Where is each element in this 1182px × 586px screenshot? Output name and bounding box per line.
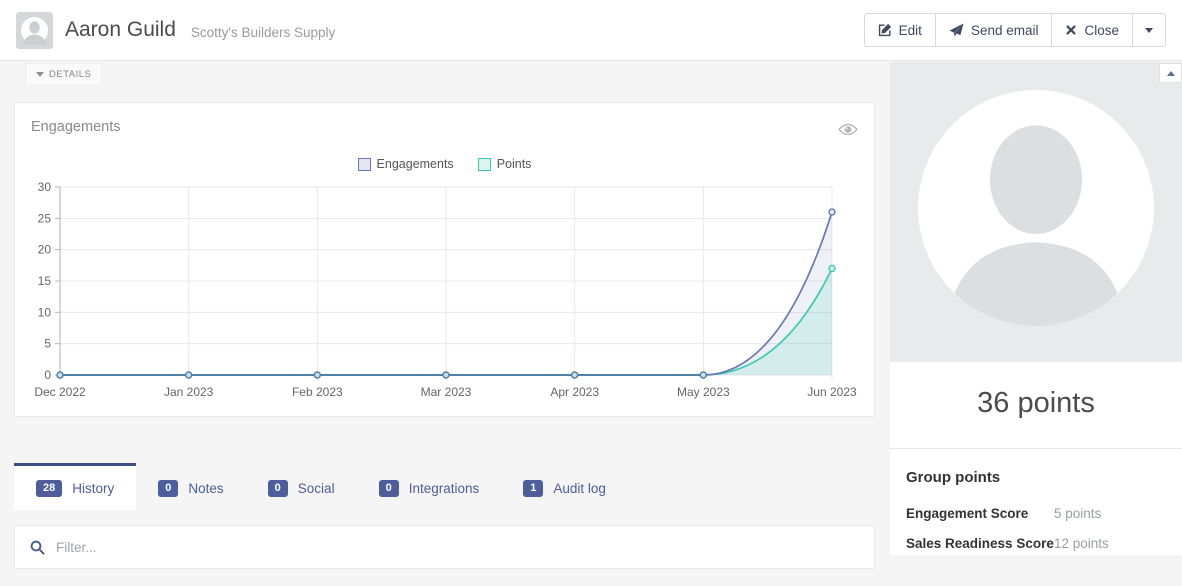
legend-swatch bbox=[358, 158, 371, 171]
contact-header: Aaron Guild Scotty's Builders Supply Edi… bbox=[0, 0, 1182, 61]
tab-label: Integrations bbox=[409, 481, 480, 496]
svg-text:Mar 2023: Mar 2023 bbox=[421, 385, 472, 399]
magnifier-icon bbox=[30, 540, 45, 555]
send-email-button-label: Send email bbox=[971, 23, 1039, 38]
legend-label: Points bbox=[497, 157, 532, 171]
pencil-square-icon bbox=[878, 23, 892, 37]
contact-company: Scotty's Builders Supply bbox=[191, 25, 335, 40]
send-email-button[interactable]: Send email bbox=[935, 13, 1053, 47]
group-points-row: Engagement Score 5 points bbox=[906, 506, 1166, 523]
close-button-label: Close bbox=[1084, 23, 1119, 38]
group-points-label: Engagement Score bbox=[906, 506, 1054, 523]
points-total: 36 points bbox=[890, 362, 1182, 449]
tab-count-badge: 0 bbox=[268, 480, 288, 497]
x-icon bbox=[1065, 24, 1077, 36]
legend-item-engagements[interactable]: Engagements bbox=[358, 157, 454, 171]
tab-audit-log[interactable]: 1 Audit log bbox=[501, 463, 628, 510]
contact-avatar bbox=[16, 12, 53, 49]
tab-label: History bbox=[72, 481, 114, 496]
group-points-label: Sales Readiness Score bbox=[906, 536, 1054, 553]
svg-text:Jun 2023: Jun 2023 bbox=[807, 385, 857, 399]
tab-count-badge: 0 bbox=[158, 480, 178, 497]
caret-down-icon bbox=[1145, 28, 1153, 33]
tab-label: Audit log bbox=[553, 481, 606, 496]
more-actions-button[interactable] bbox=[1132, 13, 1166, 47]
tab-social[interactable]: 0 Social bbox=[246, 463, 357, 510]
engagements-panel-header: Engagements bbox=[15, 103, 874, 149]
close-button[interactable]: Close bbox=[1051, 13, 1133, 47]
scroll-up-button[interactable] bbox=[1159, 63, 1182, 83]
svg-text:Dec 2022: Dec 2022 bbox=[34, 385, 86, 399]
person-placeholder-icon bbox=[16, 12, 53, 49]
edit-button-label: Edit bbox=[899, 23, 922, 38]
tab-notes[interactable]: 0 Notes bbox=[136, 463, 245, 510]
svg-text:Apr 2023: Apr 2023 bbox=[550, 385, 599, 399]
svg-text:20: 20 bbox=[38, 243, 52, 257]
group-points-section: Group points Engagement Score 5 points S… bbox=[890, 449, 1182, 586]
svg-text:15: 15 bbox=[38, 274, 52, 288]
edit-button[interactable]: Edit bbox=[864, 13, 936, 47]
tab-count-badge: 0 bbox=[379, 480, 399, 497]
eye-icon[interactable] bbox=[838, 123, 858, 141]
svg-text:10: 10 bbox=[38, 305, 52, 319]
legend-item-points[interactable]: Points bbox=[478, 157, 532, 171]
chart-legend: Engagements Points bbox=[15, 149, 874, 179]
tab-label: Social bbox=[298, 481, 335, 496]
engagements-line-chart: 0 5 10 15 20 25 30 Dec 2022 Jan 2023 Feb 2023 Mar … bbox=[15, 179, 874, 411]
svg-text:30: 30 bbox=[38, 180, 52, 194]
svg-text:0: 0 bbox=[44, 368, 51, 382]
paper-plane-icon bbox=[949, 23, 964, 37]
history-filter-panel bbox=[14, 525, 875, 569]
group-points-title: Group points bbox=[906, 469, 1166, 486]
details-toggle[interactable]: DETAILS bbox=[25, 63, 102, 84]
filter-input[interactable] bbox=[56, 540, 859, 555]
details-toggle-label: DETAILS bbox=[49, 69, 91, 80]
tab-label: Notes bbox=[188, 481, 223, 496]
contact-sidebar: 36 points Group points Engagement Score … bbox=[890, 62, 1182, 555]
contact-tabs: 28 History 0 Notes 0 Social 0 Integratio… bbox=[14, 463, 875, 510]
svg-text:25: 25 bbox=[38, 211, 52, 225]
tab-integrations[interactable]: 0 Integrations bbox=[357, 463, 502, 510]
legend-swatch bbox=[478, 158, 491, 171]
sidebar-avatar bbox=[890, 62, 1182, 362]
header-actions: Edit Send email Close bbox=[865, 13, 1166, 47]
person-placeholder-icon bbox=[918, 90, 1154, 326]
tab-count-badge: 1 bbox=[523, 480, 543, 497]
engagements-panel-title: Engagements bbox=[31, 119, 120, 135]
caret-down-icon bbox=[36, 72, 44, 77]
group-points-value: 12 points bbox=[1054, 536, 1109, 553]
caret-up-icon bbox=[1167, 71, 1175, 76]
svg-text:May 2023: May 2023 bbox=[677, 385, 730, 399]
engagements-panel: Engagements Engagements Points 0 5 10 15 20 25… bbox=[14, 102, 875, 417]
group-points-row: Sales Readiness Score 12 points bbox=[906, 536, 1166, 553]
contact-name: Aaron Guild bbox=[65, 18, 176, 42]
tab-history[interactable]: 28 History bbox=[14, 463, 136, 510]
svg-text:Feb 2023: Feb 2023 bbox=[292, 385, 343, 399]
svg-text:5: 5 bbox=[44, 337, 51, 351]
tab-count-badge: 28 bbox=[36, 480, 62, 497]
legend-label: Engagements bbox=[377, 157, 454, 171]
group-points-value: 5 points bbox=[1054, 506, 1101, 523]
svg-text:Jan 2023: Jan 2023 bbox=[164, 385, 214, 399]
